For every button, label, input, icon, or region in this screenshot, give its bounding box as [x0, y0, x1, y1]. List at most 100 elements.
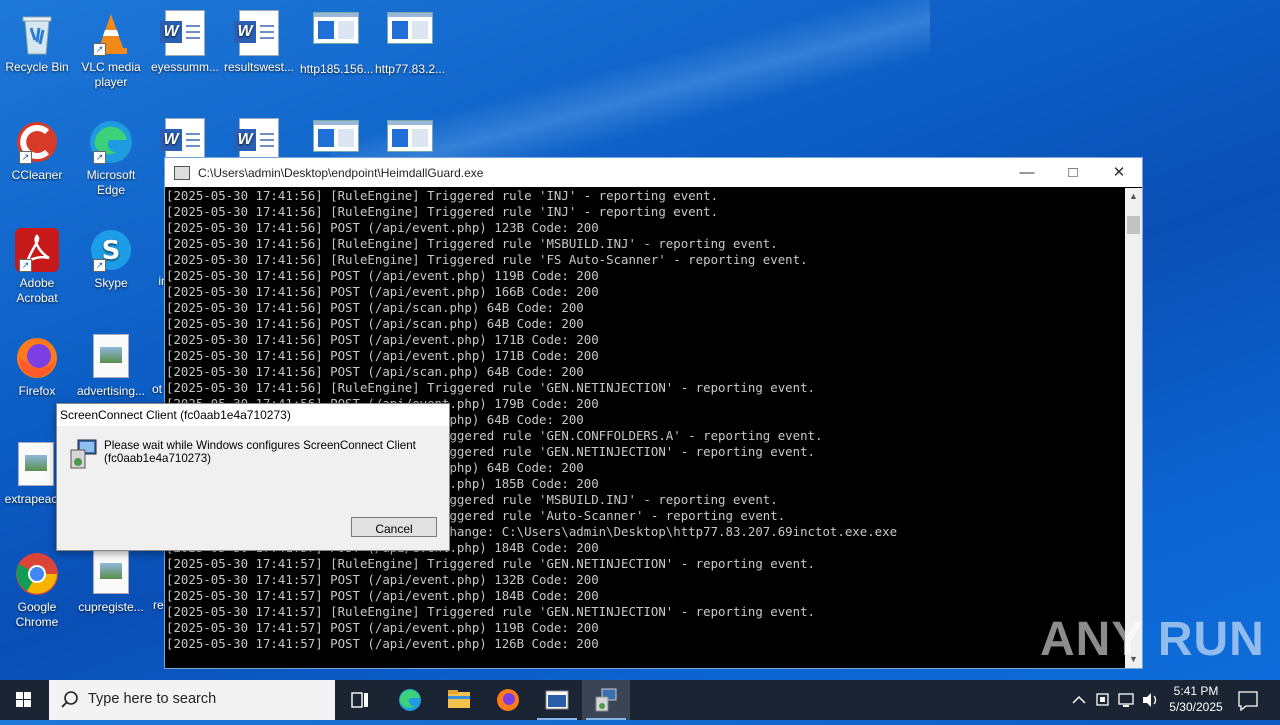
- desktop-icon-label: CCleaner: [11, 168, 63, 182]
- desktop-icon-advertising[interactable]: advertising...: [75, 328, 147, 399]
- console-titlebar[interactable]: C:\Users\admin\Desktop\endpoint\Heimdall…: [165, 158, 1142, 187]
- installer-icon: [595, 688, 617, 712]
- console-log-line: [2025-05-30 17:41:56] POST (/api/event.p…: [166, 268, 599, 283]
- console-log-line: [2025-05-30 17:41:57] [RuleEngine] Trigg…: [166, 556, 816, 571]
- desktop-icon-label: cupregiste...: [78, 600, 144, 614]
- taskbar-edge-button[interactable]: [386, 680, 434, 720]
- desktop-icon-label: eyessumm...: [150, 60, 219, 74]
- desktop-icon-edge[interactable]: ↗ Microsoft Edge: [75, 112, 147, 198]
- scroll-up-arrow-icon[interactable]: ▲: [1125, 188, 1142, 205]
- console-log-line: [2025-05-30 17:41:56] [RuleEngine] Trigg…: [166, 252, 808, 267]
- close-button[interactable]: ✕: [1096, 158, 1142, 187]
- shortcut-arrow-icon: ↗: [93, 259, 106, 272]
- desktop-icon-label: VLC media player: [81, 60, 141, 89]
- image-file-icon: [87, 334, 135, 382]
- desktop-icon-recycle-bin[interactable]: Recycle Bin: [1, 4, 73, 75]
- console-title: C:\Users\admin\Desktop\endpoint\Heimdall…: [198, 165, 484, 180]
- taskbar-installer-button[interactable]: [582, 680, 630, 720]
- edge-browser-icon: [399, 689, 421, 711]
- word-document-icon: W: [160, 10, 209, 58]
- image-file-icon: [87, 550, 135, 598]
- installer-icon: [68, 438, 98, 470]
- notifications-button[interactable]: [1234, 680, 1262, 720]
- screenconnect-installer-dialog[interactable]: ScreenConnect Client (fc0aab1e4a710273) …: [56, 403, 450, 551]
- console-vertical-scrollbar[interactable]: ▲ ▼: [1125, 188, 1142, 668]
- console-log-line: [2025-05-30 17:41:57] POST (/api/event.p…: [166, 588, 599, 603]
- scroll-thumb[interactable]: [1127, 216, 1140, 234]
- firefox-icon: [497, 689, 519, 711]
- folder-icon: [448, 690, 470, 708]
- tray-device-icon[interactable]: [1092, 680, 1114, 720]
- recycle-bin-icon: [13, 10, 61, 58]
- shortcut-arrow-icon: ↗: [19, 151, 32, 164]
- minimize-button[interactable]: —: [1004, 158, 1050, 187]
- web-page-icon: [312, 12, 360, 60]
- task-view-button[interactable]: [336, 680, 384, 720]
- console-log-line: [2025-05-30 17:41:56] POST (/api/event.p…: [166, 284, 599, 299]
- dialog-title: ScreenConnect Client (fc0aab1e4a710273): [57, 404, 449, 426]
- desktop-icon-resultswest-doc[interactable]: W resultswest...: [223, 4, 295, 75]
- console-log-line: [2025-05-30 17:41:57] POST (/api/event.p…: [166, 572, 599, 587]
- tray-network-icon[interactable]: [1116, 680, 1138, 720]
- image-file-icon: [12, 442, 60, 490]
- chrome-icon: [13, 550, 61, 598]
- console-log-line: [2025-05-30 17:41:56] [RuleEngine] Trigg…: [166, 380, 816, 395]
- clock-date: 5/30/2025: [1169, 700, 1223, 714]
- maximize-button[interactable]: □: [1050, 158, 1096, 187]
- taskbar-clock[interactable]: 5:41 PM 5/30/2025: [1166, 683, 1226, 715]
- desktop-icon-firefox[interactable]: Firefox: [1, 328, 73, 399]
- word-document-icon: W: [234, 10, 283, 58]
- desktop-icon-ccleaner[interactable]: ↗ CCleaner: [1, 112, 73, 183]
- taskbar-firefox-button[interactable]: [484, 680, 532, 720]
- acrobat-icon: ↗: [13, 226, 61, 274]
- console-log-line: [2025-05-30 17:41:57] POST (/api/event.p…: [166, 620, 599, 635]
- console-app-icon: [174, 165, 190, 180]
- desktop-icon-vlc[interactable]: ↗ VLC media player: [75, 4, 147, 90]
- console-log-line: [2025-05-30 17:41:56] POST (/api/event.p…: [166, 348, 599, 363]
- console-log-line: [2025-05-30 17:41:57] [RuleEngine] Trigg…: [166, 604, 816, 619]
- dialog-message-line2: (fc0aab1e4a710273): [104, 452, 212, 465]
- desktop-icon-label: Adobe Acrobat: [16, 276, 58, 305]
- speaker-icon: [1143, 693, 1157, 707]
- console-log-line: [2025-05-30 17:41:56] [RuleEngine] Trigg…: [166, 204, 719, 219]
- ccleaner-icon: ↗: [13, 118, 61, 166]
- desktop-icon-adobe-acrobat[interactable]: ↗ Adobe Acrobat: [1, 220, 73, 306]
- tray-volume-icon[interactable]: [1140, 680, 1162, 720]
- shortcut-arrow-icon: ↗: [19, 259, 32, 272]
- desktop-icon-label: Recycle Bin: [5, 60, 69, 74]
- start-button[interactable]: [0, 680, 48, 720]
- console-log-line: [2025-05-30 17:41:56] [RuleEngine] Trigg…: [166, 236, 778, 251]
- taskbar-console-button[interactable]: [533, 680, 581, 720]
- web-page-icon: [386, 12, 434, 60]
- console-window-icon: [545, 690, 569, 710]
- show-hidden-icons-button[interactable]: [1068, 680, 1090, 720]
- task-view-icon: [351, 692, 368, 708]
- taskbar-file-explorer-button[interactable]: [435, 680, 483, 720]
- console-log-line: [2025-05-30 17:41:56] POST (/api/event.p…: [166, 220, 599, 235]
- desktop-icon-http77[interactable]: http77.83.2...: [374, 4, 446, 77]
- desktop-icon-eyessumm-doc[interactable]: W eyessumm...: [149, 4, 221, 75]
- shortcut-arrow-icon: ↗: [93, 151, 106, 164]
- clock-time: 5:41 PM: [1173, 684, 1219, 698]
- taskbar-search-box[interactable]: Type here to search: [49, 680, 335, 720]
- dialog-message: Please wait while Windows configures Scr…: [104, 439, 434, 465]
- console-log-line: [2025-05-30 17:41:56] POST (/api/event.p…: [166, 332, 599, 347]
- network-icon: [1118, 693, 1134, 707]
- desktop-icon-label: http185.156...: [300, 62, 374, 76]
- desktop-icon-cupregiste[interactable]: cupregiste...: [75, 544, 147, 615]
- search-placeholder: Type here to search: [88, 691, 217, 707]
- desktop-icon-http185[interactable]: http185.156...: [300, 4, 374, 77]
- desktop-icon-label: Google Chrome: [15, 600, 59, 629]
- cancel-button[interactable]: Cancel: [351, 517, 437, 537]
- edge-browser-icon: ↗: [87, 118, 135, 166]
- windows-logo-icon: [16, 692, 31, 707]
- console-log-line: [2025-05-30 17:41:56] POST (/api/scan.ph…: [166, 300, 584, 315]
- console-log-line: [2025-05-30 17:41:56] POST (/api/scan.ph…: [166, 316, 584, 331]
- anyrun-watermark: ANY RUN: [1040, 613, 1265, 666]
- dialog-message-line1: Please wait while Windows configures Scr…: [104, 439, 416, 452]
- desktop-icon-label: resultswest...: [223, 60, 295, 74]
- desktop-icon-label: http77.83.2...: [374, 62, 446, 76]
- shortcut-arrow-icon: ↗: [93, 43, 106, 56]
- desktop-icon-chrome[interactable]: Google Chrome: [1, 544, 73, 630]
- vlc-cone-icon: ↗: [87, 10, 135, 58]
